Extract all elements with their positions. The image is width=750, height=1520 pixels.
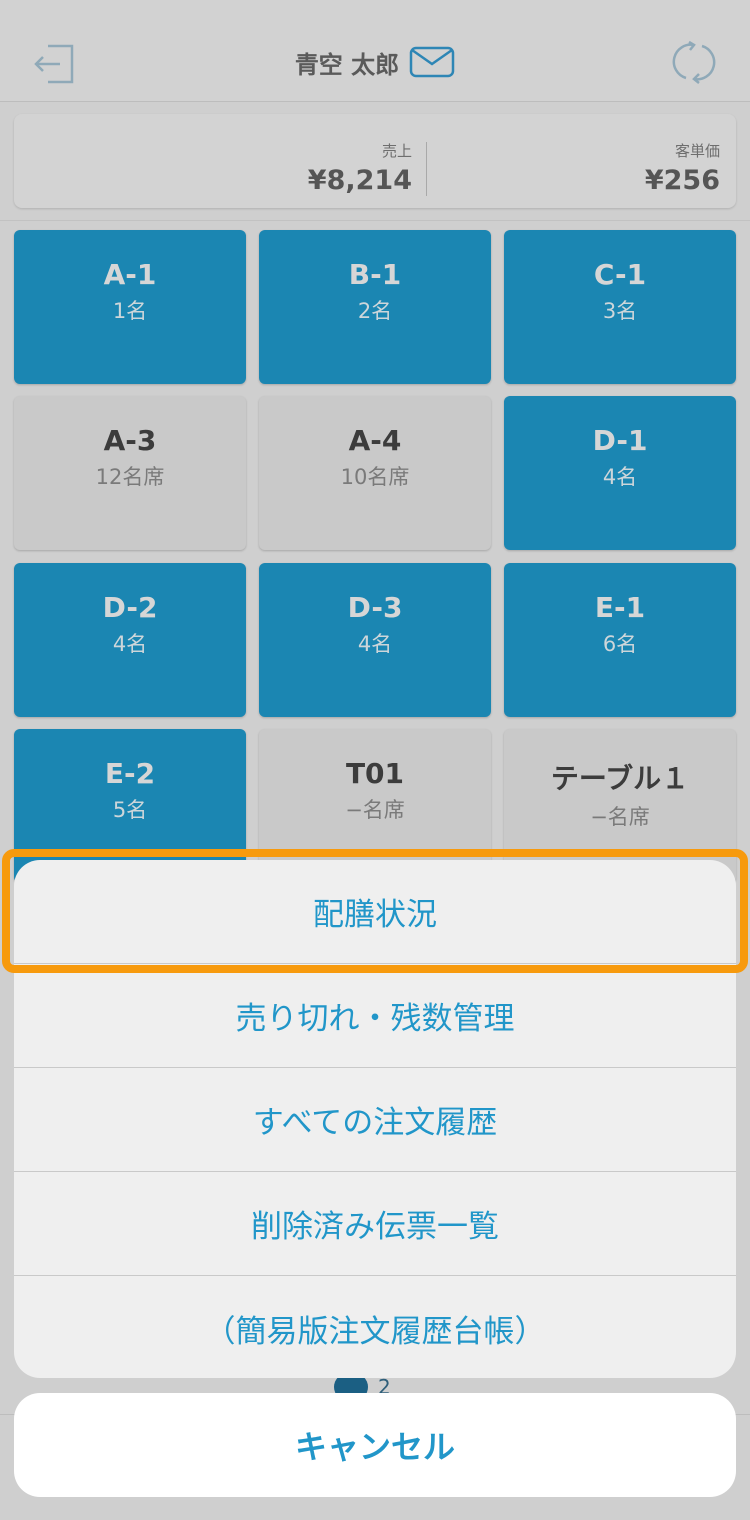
table-name: D-2	[102, 591, 158, 624]
sales-stat: 売上 ¥8,214	[308, 140, 412, 196]
table-tile[interactable]: D-2 4名	[14, 563, 246, 717]
summary-divider	[426, 142, 427, 196]
cancel-button[interactable]: キャンセル	[14, 1393, 736, 1497]
table-capacity: 2名	[357, 299, 393, 323]
table-name: T01	[345, 757, 405, 790]
menu-item-all-order-history[interactable]: すべての注文履歴	[14, 1068, 736, 1172]
user-name-area[interactable]: 青空 太郎	[0, 42, 750, 82]
table-capacity: 4名	[602, 465, 638, 489]
refresh-button[interactable]	[672, 40, 716, 84]
table-tile[interactable]: D-3 4名	[259, 563, 491, 717]
table-name: A-1	[103, 258, 157, 291]
table-capacity: 10名席	[340, 465, 410, 489]
table-capacity: 4名	[112, 632, 148, 656]
table-name: A-4	[348, 424, 402, 457]
table-tile[interactable]: A-4 10名席	[259, 396, 491, 550]
table-name: C-1	[593, 258, 647, 291]
refresh-icon	[672, 40, 716, 84]
table-capacity: 6名	[602, 632, 638, 656]
table-name: D-1	[592, 424, 648, 457]
header: 青空 太郎	[0, 0, 750, 102]
table-capacity: 5名	[112, 798, 148, 822]
user-name: 青空 太郎	[294, 50, 400, 79]
mail-icon	[409, 46, 455, 78]
average-stat: 客単価 ¥256	[645, 140, 720, 196]
table-tile[interactable]: D-1 4名	[504, 396, 736, 550]
menu-item-sold-out-management[interactable]: 売り切れ・残数管理	[14, 964, 736, 1068]
average-label: 客単価	[674, 142, 720, 160]
table-name: テーブル１	[550, 762, 690, 795]
sales-value: ¥8,214	[307, 165, 412, 196]
table-tile[interactable]: B-1 2名	[259, 230, 491, 384]
table-capacity: 3名	[602, 299, 638, 323]
table-name: D-3	[347, 591, 403, 624]
menu-item-simple-order-ledger[interactable]: （簡易版注文履歴台帳）	[14, 1276, 736, 1378]
table-capacity: 4名	[357, 632, 393, 656]
menu-item-deleted-slips[interactable]: 削除済み伝票一覧	[14, 1172, 736, 1276]
table-capacity: 1名	[112, 299, 148, 323]
table-name: B-1	[348, 258, 402, 291]
table-tile[interactable]: C-1 3名	[504, 230, 736, 384]
table-name: A-3	[103, 424, 157, 457]
table-name: E-2	[104, 757, 156, 790]
table-capacity: −名席	[345, 798, 405, 822]
sales-summary: 売上 ¥8,214 客単価 ¥256	[14, 114, 736, 208]
table-tile[interactable]: A-1 1名	[14, 230, 246, 384]
table-name: E-1	[594, 591, 646, 624]
table-capacity: −名席	[590, 805, 650, 829]
menu-item-serving-status[interactable]: 配膳状況	[14, 860, 736, 964]
average-value: ¥256	[644, 165, 720, 196]
table-tile[interactable]: A-3 12名席	[14, 396, 246, 550]
table-tile[interactable]: E-1 6名	[504, 563, 736, 717]
sales-label: 売上	[381, 142, 412, 160]
table-capacity: 12名席	[95, 465, 165, 489]
action-sheet: 配膳状況 売り切れ・残数管理 すべての注文履歴 削除済み伝票一覧 （簡易版注文履…	[14, 860, 736, 1378]
